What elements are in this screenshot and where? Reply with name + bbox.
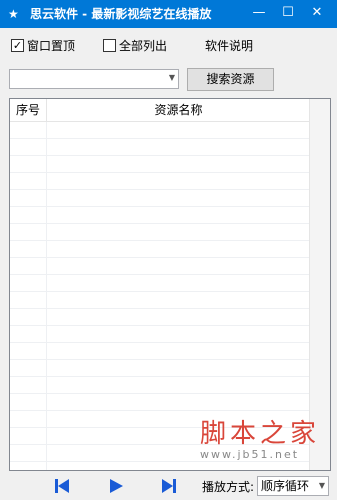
play-mode-value: 顺序循环 xyxy=(261,479,310,493)
column-header-index[interactable]: 序号 xyxy=(10,99,47,121)
resource-list[interactable]: 序号 资源名称 xyxy=(9,98,331,471)
list-grid xyxy=(10,122,310,470)
play-icon[interactable] xyxy=(108,478,124,494)
watermark-main: 脚本之家 xyxy=(200,419,321,449)
column-divider xyxy=(46,122,47,470)
chevron-down-icon[interactable]: ▼ xyxy=(169,73,175,82)
play-mode-select[interactable]: 顺序循环 ▼ xyxy=(257,476,329,496)
list-header: 序号 资源名称 xyxy=(10,99,310,122)
window-title: 思云软件 - 最新影视综艺在线播放 xyxy=(30,7,212,21)
list-all-checkbox[interactable] xyxy=(103,39,116,52)
about-link[interactable]: 软件说明 xyxy=(205,39,253,53)
search-button[interactable]: 搜索资源 xyxy=(187,68,274,91)
resource-combo[interactable]: ▼ xyxy=(9,69,179,89)
chevron-down-icon[interactable]: ▼ xyxy=(319,477,325,495)
watermark: 脚本之家 www.jb51.net xyxy=(200,419,330,461)
maximize-icon[interactable]: ☐ xyxy=(273,0,303,28)
play-mode-label: 播放方式: xyxy=(202,480,255,494)
column-header-name[interactable]: 资源名称 xyxy=(47,99,310,121)
skip-next-icon[interactable] xyxy=(161,478,177,494)
window-topmost-checkbox[interactable]: ✓ xyxy=(11,39,24,52)
window-topmost-label: 窗口置顶 xyxy=(27,39,76,53)
minimize-icon[interactable]: — xyxy=(244,0,274,28)
list-all-label: 全部列出 xyxy=(119,39,168,53)
skip-previous-icon[interactable] xyxy=(54,478,70,494)
close-icon[interactable]: ✕ xyxy=(302,0,332,28)
star-icon: ★ xyxy=(8,7,19,21)
vertical-scrollbar[interactable] xyxy=(309,99,330,470)
title-bar: ★ 思云软件 - 最新影视综艺在线播放 — ☐ ✕ xyxy=(0,0,337,28)
watermark-sub: www.jb51.net xyxy=(200,448,300,461)
